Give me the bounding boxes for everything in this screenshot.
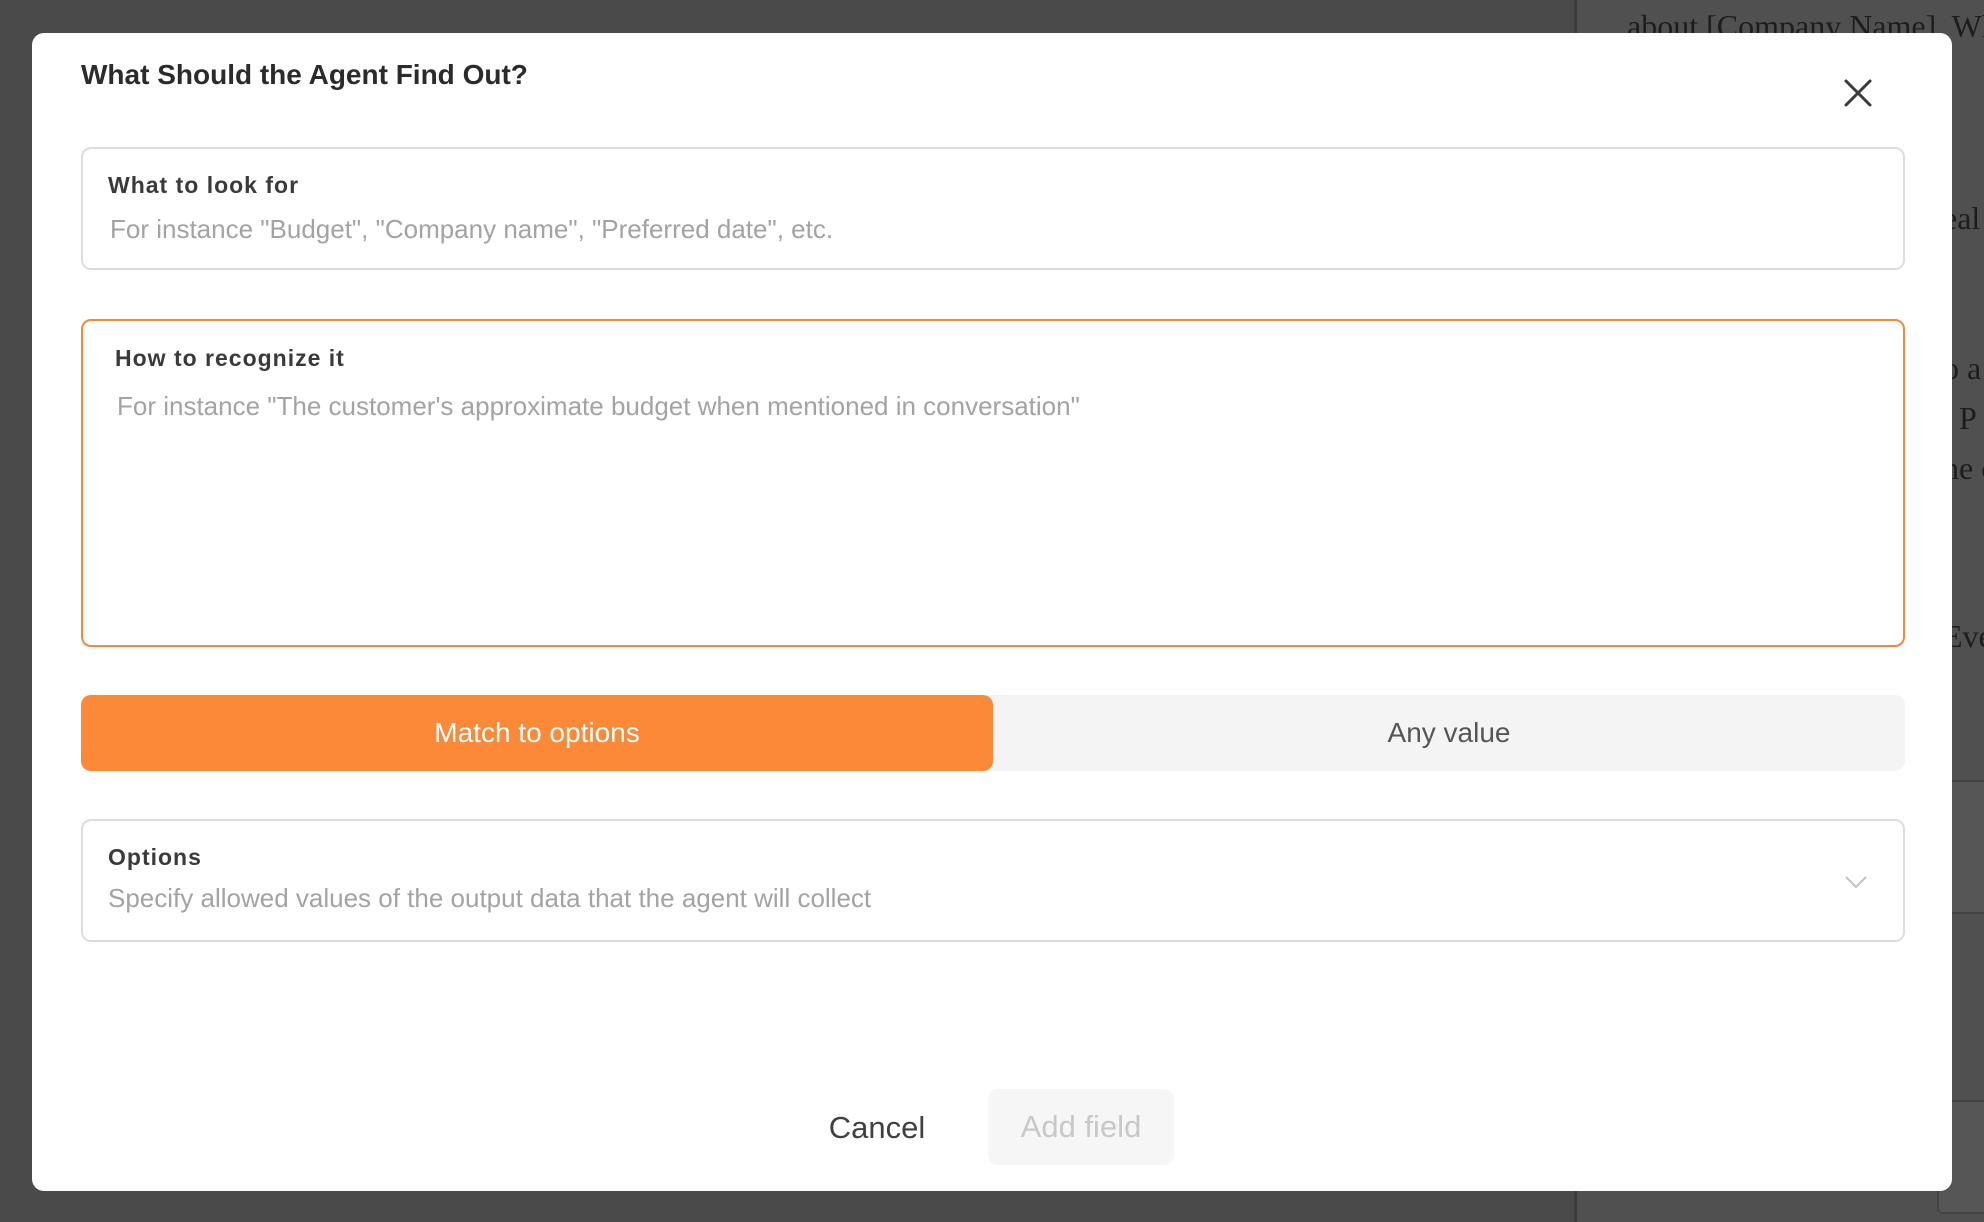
add-field-button[interactable]: Add field bbox=[988, 1089, 1174, 1165]
recognize-field[interactable]: How to recognize it bbox=[81, 319, 1905, 647]
cancel-button[interactable]: Cancel bbox=[812, 1091, 942, 1165]
chevron-down-icon bbox=[1845, 876, 1867, 889]
recognize-textarea[interactable] bbox=[117, 389, 1867, 619]
look-for-input[interactable] bbox=[110, 209, 1870, 249]
modal-title: What Should the Agent Find Out? bbox=[81, 59, 528, 90]
recognize-label: How to recognize it bbox=[115, 345, 345, 371]
add-field-modal: What Should the Agent Find Out? What to … bbox=[32, 33, 1952, 1191]
close-button[interactable] bbox=[1838, 73, 1878, 113]
options-select[interactable]: Options Specify allowed values of the ou… bbox=[81, 819, 1905, 942]
any-value-tab[interactable]: Any value bbox=[993, 695, 1905, 771]
value-mode-toggle: Match to options Any value bbox=[81, 695, 1905, 771]
options-placeholder: Specify allowed values of the output dat… bbox=[108, 883, 872, 913]
options-label: Options bbox=[108, 844, 202, 870]
look-for-label: What to look for bbox=[108, 172, 300, 198]
match-to-options-tab[interactable]: Match to options bbox=[81, 695, 993, 771]
close-icon bbox=[1844, 79, 1872, 107]
look-for-field[interactable]: What to look for bbox=[81, 147, 1905, 270]
